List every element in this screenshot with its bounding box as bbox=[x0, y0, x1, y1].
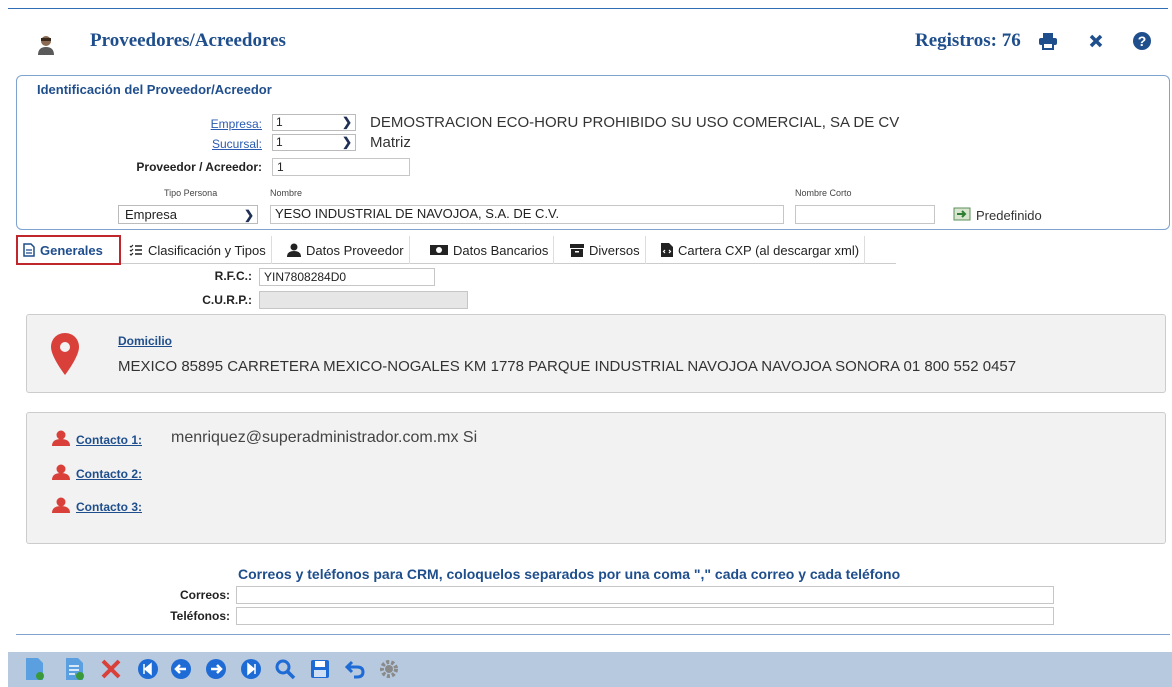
last-record-icon[interactable] bbox=[238, 656, 264, 682]
user-icon bbox=[52, 430, 70, 449]
crm-title: Correos y teléfonos para CRM, coloquelos… bbox=[238, 566, 901, 582]
archive-icon bbox=[570, 243, 584, 257]
sucursal-select-value: 1 bbox=[276, 135, 283, 149]
chevron-down-icon: ❯ bbox=[341, 115, 352, 129]
empresa-name: DEMOSTRACION ECO-HORU PROHIBIDO SU USO C… bbox=[370, 114, 900, 131]
tipo-persona-select[interactable]: Empresa ❯ bbox=[118, 205, 258, 224]
predefinido-icon[interactable] bbox=[953, 206, 971, 225]
previous-record-icon[interactable] bbox=[168, 656, 194, 682]
nombre-input[interactable]: YESO INDUSTRIAL DE NAVOJOA, S.A. DE C.V. bbox=[270, 205, 784, 224]
first-record-icon[interactable] bbox=[135, 656, 161, 682]
tab-label: Datos Proveedor bbox=[306, 242, 404, 258]
user-icon bbox=[52, 464, 70, 483]
contacto-1-value: menriquez@superadministrador.com.mx Si bbox=[171, 429, 478, 446]
tab-label: Diversos bbox=[589, 242, 640, 258]
delete-icon[interactable] bbox=[98, 656, 124, 682]
sucursal-name: Matriz bbox=[370, 134, 411, 151]
document-icon bbox=[23, 243, 35, 257]
money-icon bbox=[430, 244, 448, 256]
domicilio-panel bbox=[26, 314, 1166, 393]
empresa-select[interactable]: 1 ❯ bbox=[272, 114, 356, 131]
divider bbox=[16, 634, 1170, 635]
telefonos-input[interactable] bbox=[236, 607, 1054, 625]
edit-document-icon[interactable] bbox=[62, 656, 88, 682]
contacto-3-link[interactable]: Contacto 3: bbox=[76, 500, 142, 514]
domicilio-link[interactable]: Domicilio bbox=[118, 334, 172, 348]
contacto-1-link[interactable]: Contacto 1: bbox=[76, 433, 142, 447]
page-header: Proveedores/Acreedores Registros: 76 ? bbox=[0, 10, 1172, 72]
settings-icon[interactable] bbox=[376, 656, 402, 682]
telefonos-label: Teléfonos: bbox=[170, 609, 230, 623]
curp-label: C.U.R.P.: bbox=[202, 293, 252, 307]
proveedor-label: Proveedor / Acreedor: bbox=[136, 160, 262, 174]
nombre-corto-input[interactable] bbox=[795, 205, 935, 224]
nombre-corto-label: Nombre Corto bbox=[795, 188, 852, 198]
tab-cartera-cxp[interactable]: Cartera CXP (al descargar xml) bbox=[656, 236, 866, 264]
top-border bbox=[8, 8, 1168, 9]
tipo-persona-value: Empresa bbox=[125, 207, 178, 222]
tab-label: Datos Bancarios bbox=[453, 242, 549, 258]
help-icon[interactable]: ? bbox=[1131, 30, 1153, 52]
tab-datos-proveedor[interactable]: Datos Proveedor bbox=[282, 236, 410, 264]
nombre-label: Nombre bbox=[270, 188, 303, 198]
curp-input bbox=[259, 291, 468, 309]
close-icon[interactable] bbox=[1085, 30, 1107, 52]
tab-bar: Generales Clasificación y Tipos Datos Pr… bbox=[16, 235, 896, 265]
chevron-down-icon: ❯ bbox=[341, 135, 352, 149]
list-icon bbox=[129, 244, 143, 256]
code-file-icon bbox=[661, 243, 673, 257]
proveedor-input[interactable]: 1 bbox=[272, 158, 410, 176]
predefinido-label[interactable]: Predefinido bbox=[976, 208, 1042, 223]
user-icon bbox=[37, 34, 55, 56]
rfc-input[interactable]: YIN7808284D0 bbox=[259, 268, 435, 286]
user-icon bbox=[287, 243, 301, 257]
svg-text:?: ? bbox=[1138, 33, 1147, 49]
domicilio-text: MEXICO 85895 CARRETERA MEXICO-NOGALES KM… bbox=[118, 358, 1017, 375]
correos-label: Correos: bbox=[179, 588, 230, 602]
rfc-label: R.F.C.: bbox=[214, 269, 252, 283]
sucursal-label[interactable]: Sucursal: bbox=[190, 137, 262, 151]
contact-row-1: Contacto 1: bbox=[52, 430, 142, 449]
contact-row-3: Contacto 3: bbox=[52, 497, 142, 516]
section-title: Identificación del Proveedor/Acreedor bbox=[37, 82, 272, 97]
contact-row-2: Contacto 2: bbox=[52, 464, 142, 483]
tab-label: Clasificación y Tipos bbox=[148, 242, 266, 258]
undo-icon[interactable] bbox=[342, 656, 368, 682]
tipo-persona-label: Tipo Persona bbox=[164, 188, 218, 198]
tab-label: Cartera CXP (al descargar xml) bbox=[678, 242, 860, 258]
chevron-down-icon: ❯ bbox=[243, 208, 254, 222]
tab-datos-bancarios[interactable]: Datos Bancarios bbox=[425, 236, 555, 264]
search-icon[interactable] bbox=[272, 656, 298, 682]
tab-label: Generales bbox=[40, 242, 103, 258]
records-count: Registros: 76 bbox=[915, 30, 1021, 51]
sucursal-select[interactable]: 1 ❯ bbox=[272, 134, 356, 151]
save-icon[interactable] bbox=[307, 656, 333, 682]
correos-input[interactable] bbox=[236, 586, 1054, 604]
empresa-label[interactable]: Empresa: bbox=[190, 117, 262, 131]
new-document-icon[interactable] bbox=[22, 656, 48, 682]
contacto-2-link[interactable]: Contacto 2: bbox=[76, 467, 142, 481]
user-icon bbox=[52, 497, 70, 516]
tab-diversos[interactable]: Diversos bbox=[565, 236, 646, 264]
empresa-select-value: 1 bbox=[276, 115, 283, 129]
print-icon[interactable] bbox=[1037, 30, 1059, 52]
next-record-icon[interactable] bbox=[203, 656, 229, 682]
tab-generales[interactable]: Generales bbox=[16, 235, 121, 265]
tab-clasificacion[interactable]: Clasificación y Tipos bbox=[124, 236, 272, 264]
map-pin-icon bbox=[51, 333, 79, 378]
page-title: Proveedores/Acreedores bbox=[90, 30, 286, 51]
